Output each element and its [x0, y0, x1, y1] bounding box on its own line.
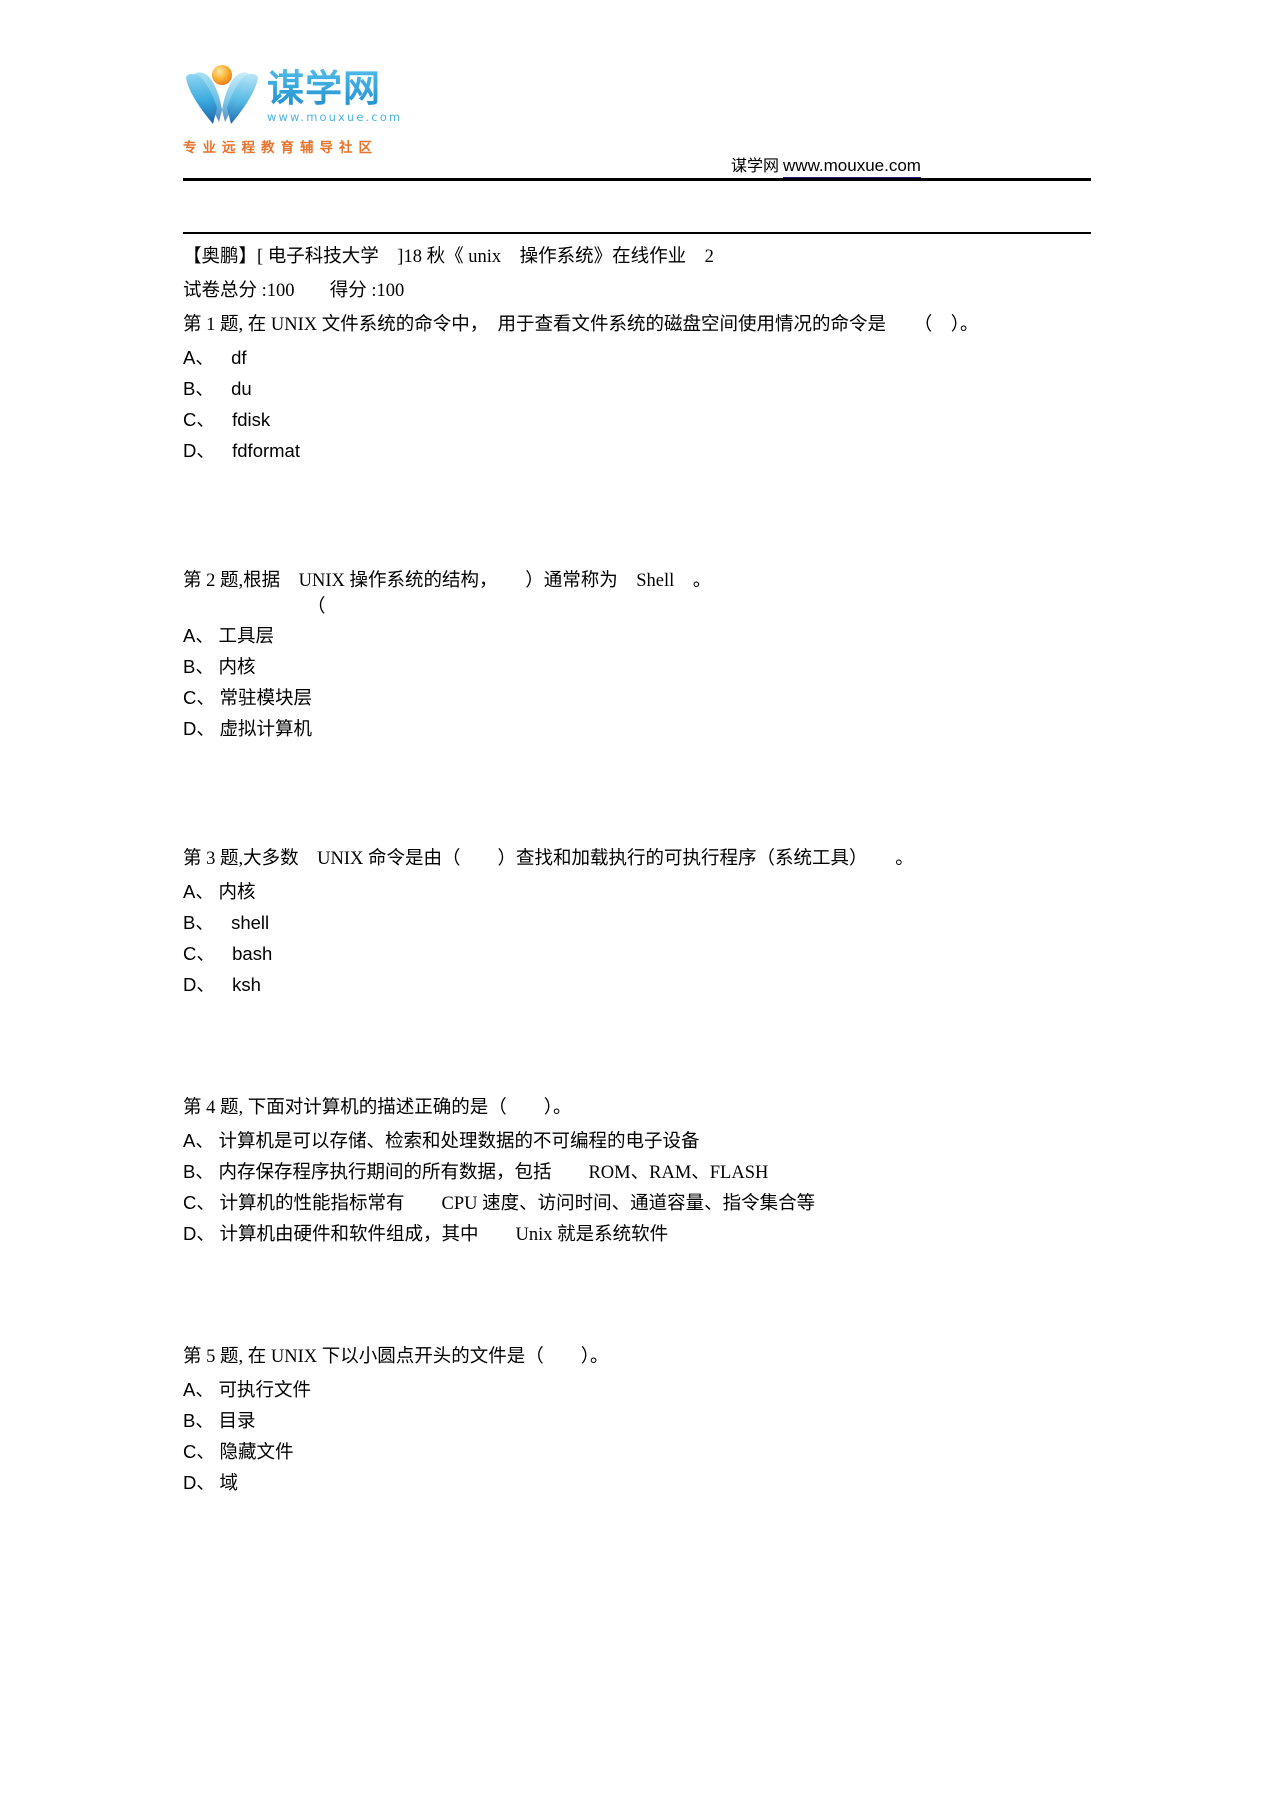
- option-letter: A、: [183, 881, 214, 902]
- list-item[interactable]: C、 隐藏文件: [183, 1437, 1091, 1468]
- list-item[interactable]: D、 ksh: [183, 970, 1091, 1001]
- option-letter: B、: [183, 912, 214, 933]
- option-letter: A、: [183, 625, 214, 646]
- question-block: 第 2 题,根据 UNIX 操作系统的结构， ）通常称为 Shell 。 （ A…: [183, 566, 1091, 745]
- option-text: 计算机是可以存储、检索和处理数据的不可编程的电子设备: [218, 1132, 700, 1152]
- question-stem: 第 4 题, 下面对计算机的描述正确的是（ ）。: [183, 1098, 572, 1118]
- score-line: 试卷总分 :100 得分 :100: [183, 276, 1091, 306]
- option-text: 域: [219, 1474, 239, 1494]
- logo-mark-icon: [183, 64, 261, 126]
- list-item[interactable]: C、 bash: [183, 939, 1091, 970]
- option-letter: C、: [183, 687, 215, 708]
- option-text: 目录: [218, 1412, 256, 1432]
- option-text: bash: [232, 943, 273, 964]
- option-list: A、 工具层 B、 内核 C、 常驻模块层 D、 虚拟计算机: [183, 621, 1091, 745]
- option-list: A、 可执行文件 B、 目录 C、 隐藏文件 D、 域: [183, 1375, 1091, 1499]
- option-list: A、 内核 B、 shell C、 bash D、 ksh: [183, 877, 1091, 1001]
- logo-tagline: 专业远程教育辅导社区: [183, 140, 378, 156]
- list-item[interactable]: B、 shell: [183, 908, 1091, 939]
- list-item[interactable]: B、 内存保存程序执行期间的所有数据，包括 ROM、RAM、FLASH: [183, 1157, 1091, 1188]
- list-item[interactable]: C、 常驻模块层: [183, 683, 1091, 714]
- option-letter: B、: [183, 378, 214, 399]
- question-stem: 第 5 题, 在 UNIX 下以小圆点开头的文件是（ ）。: [183, 1347, 609, 1367]
- option-text: 计算机的性能指标常有 CPU 速度、访问时间、通道容量、指令集合等: [219, 1194, 816, 1214]
- header-site-name: 谋学网: [731, 158, 780, 175]
- option-list: A、 df B、 du C、 fdisk D、 fdformat: [183, 343, 1091, 467]
- question-stem-continuation: （: [307, 597, 326, 617]
- option-text: fdisk: [232, 409, 271, 430]
- list-item[interactable]: D、 虚拟计算机: [183, 714, 1091, 745]
- option-list: A、 计算机是可以存储、检索和处理数据的不可编程的电子设备 B、 内存保存程序执…: [183, 1126, 1091, 1250]
- option-text: 内核: [218, 883, 256, 903]
- option-text: 隐藏文件: [219, 1443, 294, 1463]
- logo-url: www.mouxue.com: [267, 110, 403, 124]
- gained-score-label: 得分 :100: [329, 281, 405, 301]
- question-stem: 第 1 题, 在 UNIX 文件系统的命令中， 用于查看文件系统的磁盘空间使用情…: [183, 315, 979, 335]
- option-letter: B、: [183, 656, 214, 677]
- list-item[interactable]: C、 计算机的性能指标常有 CPU 速度、访问时间、通道容量、指令集合等: [183, 1188, 1091, 1219]
- option-letter: D、: [183, 1472, 215, 1493]
- list-item[interactable]: D、 计算机由硬件和软件组成，其中 Unix 就是系统软件: [183, 1219, 1091, 1250]
- document-body: 【奥鹏】[ 电子科技大学 ]18 秋《 unix 操作系统》在线作业 2 试卷总…: [183, 232, 1091, 1499]
- option-text: 计算机由硬件和软件组成，其中 Unix 就是系统软件: [219, 1225, 669, 1245]
- option-text: 常驻模块层: [219, 689, 313, 709]
- site-logo[interactable]: 谋学网 www.mouxue.com 专业远程教育辅导社区: [183, 64, 433, 169]
- header-site-reference: 谋学网 www.mouxue.com: [731, 152, 921, 179]
- option-letter: B、: [183, 1161, 214, 1182]
- list-item[interactable]: A、 工具层: [183, 621, 1091, 652]
- question-stem: 第 2 题,根据 UNIX 操作系统的结构， ）通常称为 Shell 。: [183, 571, 712, 591]
- list-item[interactable]: A、 计算机是可以存储、检索和处理数据的不可编程的电子设备: [183, 1126, 1091, 1157]
- list-item[interactable]: D、 fdformat: [183, 436, 1091, 467]
- question-block: 第 3 题,大多数 UNIX 命令是由（ ）查找和加载执行的可执行程序（系统工具…: [183, 844, 1091, 1001]
- option-letter: D、: [183, 718, 215, 739]
- option-text: shell: [231, 912, 270, 933]
- page-header: 谋学网 www.mouxue.com 专业远程教育辅导社区 谋学网 www.mo…: [0, 0, 1274, 200]
- option-letter: D、: [183, 440, 215, 461]
- option-letter: C、: [183, 943, 215, 964]
- question-block: 第 4 题, 下面对计算机的描述正确的是（ ）。 A、 计算机是可以存储、检索和…: [183, 1093, 1091, 1250]
- question-block: 第 1 题, 在 UNIX 文件系统的命令中， 用于查看文件系统的磁盘空间使用情…: [183, 310, 1091, 467]
- option-text: 内核: [218, 658, 256, 678]
- option-text: df: [231, 347, 247, 368]
- list-item[interactable]: B、 目录: [183, 1406, 1091, 1437]
- option-text: 工具层: [218, 627, 274, 647]
- option-letter: D、: [183, 1223, 215, 1244]
- option-text: ksh: [232, 974, 261, 995]
- option-letter: A、: [183, 347, 214, 368]
- option-letter: B、: [183, 1410, 214, 1431]
- list-item[interactable]: A、 df: [183, 343, 1091, 374]
- list-item[interactable]: B、 du: [183, 374, 1091, 405]
- question-stem: 第 3 题,大多数 UNIX 命令是由（ ）查找和加载执行的可执行程序（系统工具…: [183, 849, 914, 869]
- list-item[interactable]: A、 内核: [183, 877, 1091, 908]
- question-block: 第 5 题, 在 UNIX 下以小圆点开头的文件是（ ）。 A、 可执行文件 B…: [183, 1342, 1091, 1499]
- option-text: fdformat: [232, 440, 300, 461]
- list-item[interactable]: A、 可执行文件: [183, 1375, 1091, 1406]
- option-letter: A、: [183, 1379, 214, 1400]
- option-letter: D、: [183, 974, 215, 995]
- option-text: 可执行文件: [218, 1381, 311, 1401]
- header-site-url: www.mouxue.com: [783, 156, 921, 179]
- header-divider: [183, 178, 1091, 181]
- list-item[interactable]: B、 内核: [183, 652, 1091, 683]
- option-letter: C、: [183, 1441, 215, 1462]
- total-score-label: 试卷总分 :100: [183, 281, 295, 301]
- option-letter: C、: [183, 1192, 215, 1213]
- list-item[interactable]: C、 fdisk: [183, 405, 1091, 436]
- page-title: 【奥鹏】[ 电子科技大学 ]18 秋《 unix 操作系统》在线作业 2: [183, 247, 714, 267]
- logo-wordmark: 谋学网: [267, 69, 402, 109]
- option-text: du: [231, 378, 252, 399]
- option-letter: C、: [183, 409, 215, 430]
- option-text: 虚拟计算机: [219, 720, 313, 740]
- list-item[interactable]: D、 域: [183, 1468, 1091, 1499]
- document-page: 谋学网 www.mouxue.com 专业远程教育辅导社区 谋学网 www.mo…: [0, 0, 1274, 1804]
- title-divider: [183, 232, 1091, 234]
- option-text: 内存保存程序执行期间的所有数据，包括 ROM、RAM、FLASH: [218, 1163, 769, 1183]
- option-letter: A、: [183, 1130, 214, 1151]
